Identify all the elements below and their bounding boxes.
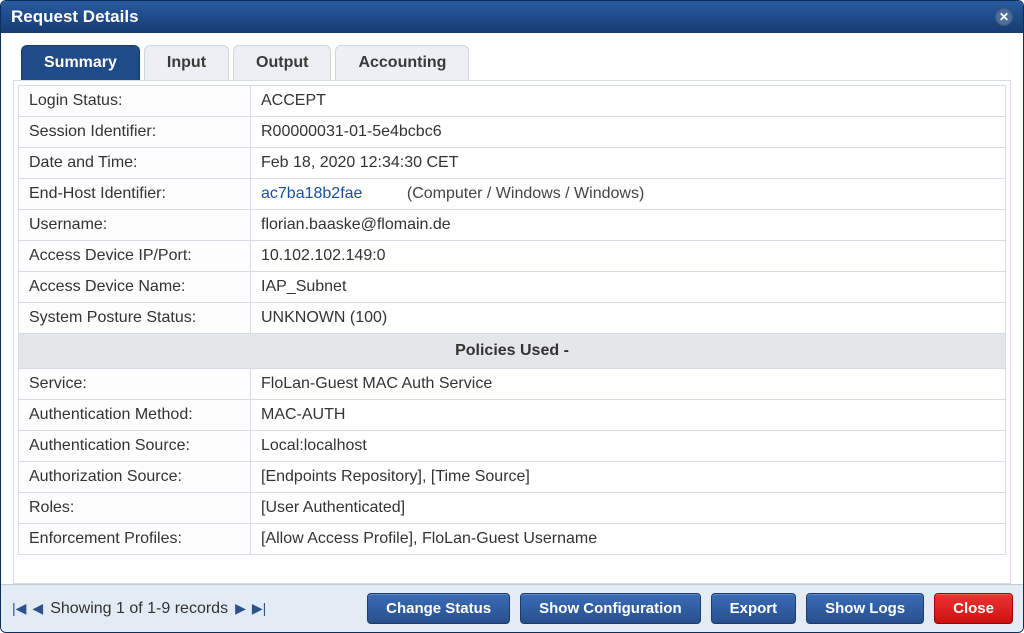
row-username: Username: florian.baaske@flomain.de	[19, 210, 1006, 241]
tab-output[interactable]: Output	[233, 45, 331, 80]
row-login-status: Login Status: ACCEPT	[19, 86, 1006, 117]
row-authz-source: Authorization Source: [Endpoints Reposit…	[19, 462, 1006, 493]
label-auth-source: Authentication Source:	[19, 431, 251, 462]
window-title: Request Details	[11, 7, 139, 27]
request-details-window: Request Details ✕ Summary Input Output A…	[0, 0, 1024, 633]
tab-input[interactable]: Input	[144, 45, 229, 80]
label-roles: Roles:	[19, 493, 251, 524]
row-policies-header: Policies Used -	[19, 334, 1006, 369]
label-enforcement-profiles: Enforcement Profiles:	[19, 524, 251, 555]
end-host-link[interactable]: ac7ba18b2fae	[261, 185, 362, 202]
value-login-status: ACCEPT	[251, 86, 1006, 117]
summary-table: Login Status: ACCEPT Session Identifier:…	[18, 85, 1006, 555]
value-roles: [User Authenticated]	[251, 493, 1006, 524]
row-end-host-identifier: End-Host Identifier: ac7ba18b2fae (Compu…	[19, 179, 1006, 210]
value-end-host-identifier: ac7ba18b2fae (Computer / Windows / Windo…	[251, 179, 1006, 210]
row-enforcement-profiles: Enforcement Profiles: [Allow Access Prof…	[19, 524, 1006, 555]
label-login-status: Login Status:	[19, 86, 251, 117]
label-end-host-identifier: End-Host Identifier:	[19, 179, 251, 210]
show-configuration-button[interactable]: Show Configuration	[520, 593, 700, 624]
footer-bar: |◀ ◀ Showing 1 of 1-9 records ▶ ▶| Chang…	[1, 584, 1023, 632]
value-service: FloLan-Guest MAC Auth Service	[251, 369, 1006, 400]
label-auth-method: Authentication Method:	[19, 400, 251, 431]
change-status-button[interactable]: Change Status	[367, 593, 510, 624]
value-auth-source: Local:localhost	[251, 431, 1006, 462]
export-button[interactable]: Export	[711, 593, 797, 624]
row-date-time: Date and Time: Feb 18, 2020 12:34:30 CET	[19, 148, 1006, 179]
row-auth-source: Authentication Source: Local:localhost	[19, 431, 1006, 462]
close-button[interactable]: Close	[934, 593, 1013, 624]
value-date-time: Feb 18, 2020 12:34:30 CET	[251, 148, 1006, 179]
value-access-device-ip: 10.102.102.149:0	[251, 241, 1006, 272]
value-session-identifier: R00000031-01-5e4bcbc6	[251, 117, 1006, 148]
row-access-device-ip: Access Device IP/Port: 10.102.102.149:0	[19, 241, 1006, 272]
tab-accounting[interactable]: Accounting	[335, 45, 469, 80]
end-host-meta: (Computer / Windows / Windows)	[407, 185, 644, 202]
label-access-device-ip: Access Device IP/Port:	[19, 241, 251, 272]
summary-panel: Login Status: ACCEPT Session Identifier:…	[13, 80, 1011, 584]
row-roles: Roles: [User Authenticated]	[19, 493, 1006, 524]
label-username: Username:	[19, 210, 251, 241]
value-authz-source: [Endpoints Repository], [Time Source]	[251, 462, 1006, 493]
label-session-identifier: Session Identifier:	[19, 117, 251, 148]
policies-used-header: Policies Used -	[19, 334, 1006, 369]
value-enforcement-profiles: [Allow Access Profile], FloLan-Guest Use…	[251, 524, 1006, 555]
close-icon[interactable]: ✕	[995, 8, 1013, 26]
value-system-posture: UNKNOWN (100)	[251, 303, 1006, 334]
value-username: florian.baaske@flomain.de	[251, 210, 1006, 241]
pager-last-icon[interactable]: ▶|	[251, 600, 267, 617]
pager-next-icon[interactable]: ▶	[234, 600, 247, 617]
pager-text: Showing 1 of 1-9 records	[50, 600, 228, 618]
tab-bar: Summary Input Output Accounting	[13, 45, 1011, 80]
row-system-posture: System Posture Status: UNKNOWN (100)	[19, 303, 1006, 334]
pager: |◀ ◀ Showing 1 of 1-9 records ▶ ▶|	[11, 600, 267, 618]
pager-first-icon[interactable]: |◀	[11, 600, 27, 617]
label-access-device-name: Access Device Name:	[19, 272, 251, 303]
row-auth-method: Authentication Method: MAC-AUTH	[19, 400, 1006, 431]
show-logs-button[interactable]: Show Logs	[806, 593, 924, 624]
value-auth-method: MAC-AUTH	[251, 400, 1006, 431]
content-area: Summary Input Output Accounting Login St…	[1, 33, 1023, 584]
titlebar: Request Details ✕	[1, 1, 1023, 33]
label-authz-source: Authorization Source:	[19, 462, 251, 493]
label-service: Service:	[19, 369, 251, 400]
row-access-device-name: Access Device Name: IAP_Subnet	[19, 272, 1006, 303]
value-access-device-name: IAP_Subnet	[251, 272, 1006, 303]
row-session-identifier: Session Identifier: R00000031-01-5e4bcbc…	[19, 117, 1006, 148]
tab-summary[interactable]: Summary	[21, 45, 140, 80]
label-system-posture: System Posture Status:	[19, 303, 251, 334]
pager-prev-icon[interactable]: ◀	[31, 600, 44, 617]
label-date-time: Date and Time:	[19, 148, 251, 179]
row-service: Service: FloLan-Guest MAC Auth Service	[19, 369, 1006, 400]
